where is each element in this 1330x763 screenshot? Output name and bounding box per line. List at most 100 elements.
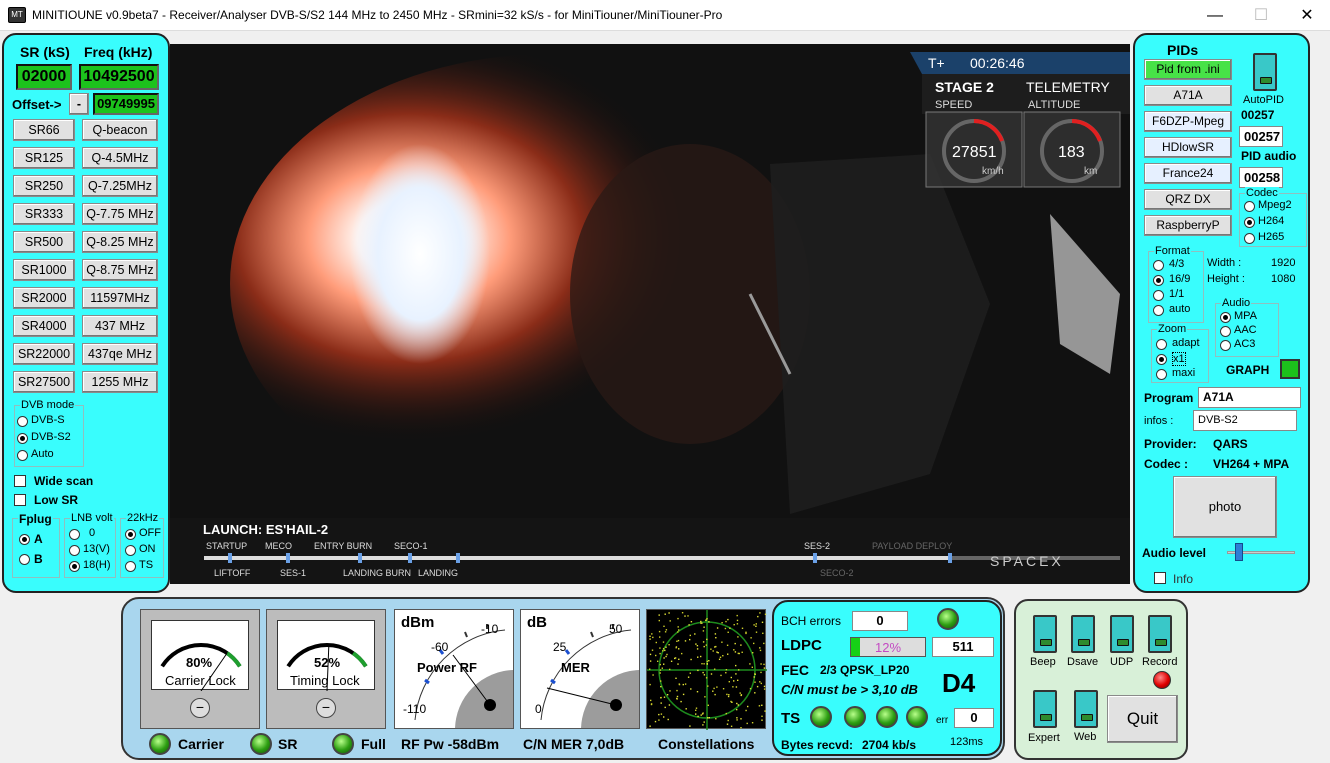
radio-lnb-18h[interactable] — [69, 561, 80, 572]
video-display[interactable]: T+ 00:26:46 STAGE 2 TELEMETRY SPEED ALTI… — [170, 44, 1130, 584]
radio-22khz-on[interactable] — [125, 545, 136, 556]
radio-lnb-0[interactable] — [69, 529, 80, 540]
audio-level-slider[interactable] — [1235, 543, 1244, 561]
infos-input[interactable]: DVB-S2 — [1193, 410, 1297, 431]
record-switch[interactable] — [1148, 615, 1172, 653]
radio-format-1-1[interactable] — [1153, 290, 1164, 301]
sr-button-sr333[interactable]: SR333 — [13, 203, 75, 225]
radio-22khz-ts[interactable] — [125, 561, 136, 572]
ts-led-1 — [810, 706, 832, 728]
sr-header: SR (kS) — [20, 44, 70, 60]
radio-audio-aac[interactable] — [1220, 326, 1231, 337]
radio-codec-h264[interactable] — [1244, 217, 1255, 228]
autopid-switch[interactable] — [1253, 53, 1277, 91]
sr-button-sr1000[interactable]: SR1000 — [13, 259, 75, 281]
pid-video-input[interactable]: 00257 — [1239, 126, 1283, 147]
radio-zoom-maxi[interactable] — [1156, 369, 1167, 380]
radio-zoom-x1[interactable] — [1156, 354, 1167, 365]
radio-lnb-13v[interactable] — [69, 545, 80, 556]
pid-button-3[interactable]: HDlowSR — [1144, 137, 1232, 158]
provider-label: Provider: — [1144, 437, 1197, 451]
beep-switch[interactable] — [1033, 615, 1057, 653]
autopid-label: AutoPID — [1243, 94, 1284, 106]
radio-dvb-s2-label: DVB-S2 — [31, 431, 71, 443]
carrier-lock-knob-icon: − — [190, 698, 210, 718]
expert-switch[interactable] — [1033, 690, 1057, 728]
freq-button-3[interactable]: Q-7.75 MHz — [82, 203, 158, 225]
radio-codec-mpeg2[interactable] — [1244, 201, 1255, 212]
freq-button-7[interactable]: 437 MHz — [82, 315, 158, 337]
sr-button-sr125[interactable]: SR125 — [13, 147, 75, 169]
freq-button-5[interactable]: Q-8.75 MHz — [82, 259, 158, 281]
freq-button-1[interactable]: Q-4.5MHz — [82, 147, 158, 169]
pid-button-0[interactable]: Pid from .ini — [1144, 59, 1232, 80]
radio-dvb-s[interactable] — [17, 416, 28, 427]
hud-launch-title: LAUNCH: ES'HAIL-2 — [203, 522, 328, 537]
sr-button-sr2000[interactable]: SR2000 — [13, 287, 75, 309]
audio-title: Audio — [1221, 297, 1252, 309]
pid-button-4[interactable]: France24 — [1144, 163, 1232, 184]
close-button[interactable]: ✕ — [1284, 0, 1330, 31]
sr-button-sr250[interactable]: SR250 — [13, 175, 75, 197]
info-checkbox[interactable] — [1154, 572, 1166, 584]
radio-format-4-3[interactable] — [1153, 260, 1164, 271]
ts-label: TS — [781, 710, 801, 727]
sr-value-input[interactable]: 02000 — [16, 64, 72, 90]
pid-audio-input[interactable]: 00258 — [1239, 167, 1283, 188]
timing-lock-knob-icon: − — [316, 698, 336, 718]
radio-zoom-x1-label: x1 — [1172, 352, 1186, 366]
freq-button-8[interactable]: 437qe MHz — [82, 343, 158, 365]
sr-button-sr66[interactable]: SR66 — [13, 119, 75, 141]
freq-button-6[interactable]: 11597MHz — [82, 287, 158, 309]
radio-audio-mpa[interactable] — [1220, 312, 1231, 323]
height-label: Height : — [1207, 273, 1245, 285]
web-switch[interactable] — [1074, 690, 1098, 728]
low-sr-checkbox[interactable] — [14, 494, 26, 506]
freq-button-2[interactable]: Q-7.25MHz — [82, 175, 158, 197]
freq-button-0[interactable]: Q-beacon — [82, 119, 158, 141]
quit-button[interactable]: Quit — [1107, 695, 1178, 743]
maximize-button[interactable]: ☐ — [1238, 0, 1284, 31]
radio-audio-ac3-label: AC3 — [1234, 338, 1256, 350]
bytes-recvd-label: Bytes recvd: — [781, 738, 854, 752]
dsave-switch[interactable] — [1071, 615, 1095, 653]
radio-audio-aac-label: AAC — [1234, 324, 1257, 336]
err-value: 0 — [954, 708, 994, 728]
wide-scan-checkbox[interactable] — [14, 475, 26, 487]
power-rf-meter: dBm -60 -10 -110 Power RF — [394, 609, 514, 729]
offset-sign-button[interactable]: - — [69, 93, 89, 115]
radio-zoom-adapt[interactable] — [1156, 339, 1167, 350]
freq-button-4[interactable]: Q-8.25 MHz — [82, 231, 158, 253]
zoom-title: Zoom — [1157, 323, 1188, 335]
photo-button[interactable]: photo — [1173, 476, 1277, 538]
radio-audio-ac3[interactable] — [1220, 340, 1231, 351]
full-label: Full — [361, 736, 386, 752]
radio-format-auto[interactable] — [1153, 305, 1164, 316]
sr-button-sr4000[interactable]: SR4000 — [13, 315, 75, 337]
radio-22khz-off[interactable] — [125, 529, 136, 540]
offset-value-input[interactable]: 09749995 — [93, 93, 159, 115]
freq-button-9[interactable]: 1255 MHz — [82, 371, 158, 393]
radio-fplug-a[interactable] — [19, 534, 30, 545]
sr-button-sr27500[interactable]: SR27500 — [13, 371, 75, 393]
power-rf-tick-mid: -60 — [431, 640, 449, 654]
width-label: Width : — [1207, 257, 1242, 269]
pid-button-2[interactable]: F6DZP-Mpeg — [1144, 111, 1232, 132]
radio-format-16-9[interactable] — [1153, 275, 1164, 286]
sr-button-sr22000[interactable]: SR22000 — [13, 343, 75, 365]
program-input[interactable]: A71A — [1198, 387, 1301, 408]
radio-dvb-s2[interactable] — [17, 433, 28, 444]
pid-button-5[interactable]: QRZ DX — [1144, 189, 1232, 210]
graph-toggle[interactable] — [1280, 359, 1300, 379]
low-sr-label: Low SR — [34, 493, 78, 507]
freq-value-input[interactable]: 10492500 — [79, 64, 159, 90]
pid-button-6[interactable]: RaspberryP — [1144, 215, 1232, 236]
ldpc-bar: 12% — [850, 637, 926, 657]
radio-auto[interactable] — [17, 450, 28, 461]
radio-fplug-b[interactable] — [19, 554, 30, 565]
pid-button-1[interactable]: A71A — [1144, 85, 1232, 106]
radio-codec-h265[interactable] — [1244, 233, 1255, 244]
sr-button-sr500[interactable]: SR500 — [13, 231, 75, 253]
udp-switch[interactable] — [1110, 615, 1134, 653]
minimize-button[interactable]: — — [1192, 0, 1238, 31]
